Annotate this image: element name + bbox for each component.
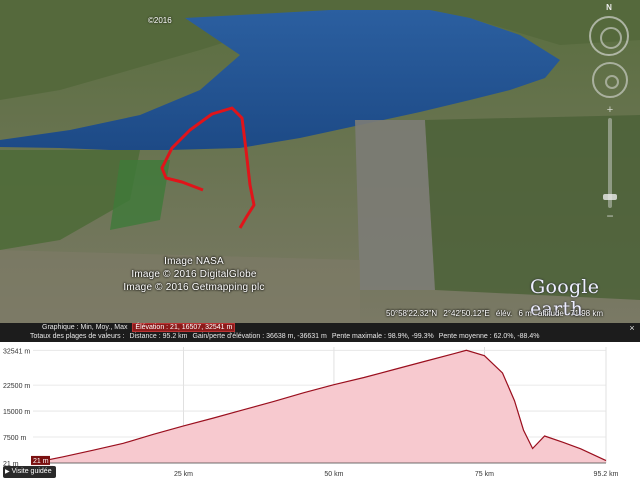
image-credit-nasa: Image NASA: [164, 256, 224, 267]
profile-header: Graphique : Min, Moy., Max Élévation : 2…: [0, 323, 640, 342]
elevation-area: [33, 350, 606, 463]
max-slope: Pente maximale : 98.9%, -99.3%: [331, 333, 434, 340]
x-tick-label: 25 km: [174, 471, 193, 478]
move-joystick-icon[interactable]: [592, 62, 628, 98]
look-joystick-icon[interactable]: [589, 16, 629, 56]
y-tick-label: 22500 m: [3, 383, 30, 390]
distance-total: Distance : 95.2 km: [129, 333, 188, 340]
totals-label: Totaux des plages de valeurs :: [30, 333, 125, 340]
x-tick-label: 75 km: [475, 471, 494, 478]
x-tick-label: 95.2 km: [594, 471, 619, 478]
profile-totals: Totaux des plages de valeurs : Distance …: [30, 333, 543, 340]
altitude-value: 71.98 km: [570, 309, 603, 318]
imagery-year: ©2016: [148, 16, 172, 25]
elevation-label: élév.: [495, 309, 513, 318]
profile-summary: Graphique : Min, Moy., Max Élévation : 2…: [42, 323, 236, 332]
latitude: 50°58'22.32"N: [386, 309, 438, 318]
y-tick-label: 32541 m: [3, 348, 30, 355]
north-indicator-icon[interactable]: N: [601, 3, 617, 17]
y-tick-label: 15000 m: [3, 409, 30, 416]
elevation-chart-area[interactable]: 32541 m 22500 m 15000 m 7500 m 21 m 25 km 50 k…: [0, 342, 640, 482]
gain-loss: Gain/perte d'élévation : 36638 m, -36631…: [192, 333, 327, 340]
image-credit-getmapping: Image © 2016 Getmapping plc: [123, 282, 265, 293]
longitude: 2°42'50.12"E: [443, 309, 490, 318]
x-tick-label: 50 km: [324, 471, 343, 478]
altitude-label: altitude: [538, 309, 564, 318]
elevation-highlight: Élévation : 21, 16507, 32541 m: [132, 323, 236, 332]
guided-tour-label: Visite guidée: [11, 468, 52, 475]
guided-tour-button[interactable]: ▶ Visite guidée: [3, 466, 56, 478]
globe-view[interactable]: ©2016 Image NASA Image © 2016 DigitalGlo…: [0, 0, 640, 323]
status-bar: 50°58'22.32"N 2°42'50.12"E élév. 6 m alt…: [386, 309, 607, 318]
elevation-value: 6 m: [518, 309, 532, 318]
graph-label: Graphique : Min, Moy., Max: [42, 324, 128, 331]
elevation-profile-panel: Graphique : Min, Moy., Max Élévation : 2…: [0, 323, 640, 482]
zoom-in-icon[interactable]: +: [604, 104, 616, 116]
y-tick-label: 7500 m: [3, 435, 27, 442]
elevation-chart[interactable]: 32541 m 22500 m 15000 m 7500 m 21 m 25 km 50 k…: [0, 342, 640, 482]
play-icon: ▶: [5, 469, 10, 475]
zoom-out-icon[interactable]: −: [604, 210, 616, 222]
avg-slope: Pente moyenne : 62.0%, -88.4%: [438, 333, 540, 340]
current-elevation-marker: 21 m: [33, 458, 49, 465]
close-profile-icon[interactable]: ×: [626, 323, 638, 333]
zoom-slider-handle[interactable]: [603, 194, 617, 200]
image-credit-digitalglobe: Image © 2016 DigitalGlobe: [131, 269, 257, 280]
